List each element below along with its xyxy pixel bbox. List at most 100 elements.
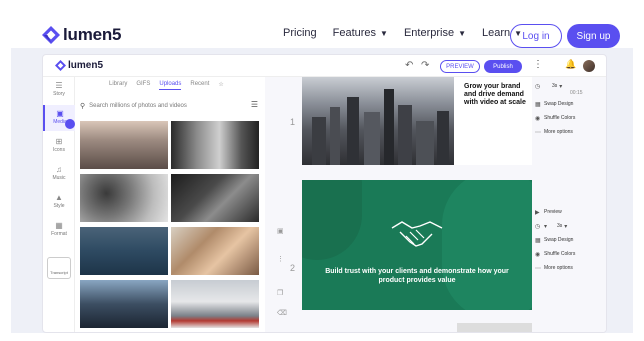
- city-skyline-image: [312, 89, 449, 165]
- media-thumbnail[interactable]: [80, 280, 168, 328]
- format-icon: ▦: [55, 221, 63, 230]
- login-button[interactable]: Log in: [510, 24, 562, 48]
- media-thumbnail[interactable]: [171, 174, 259, 222]
- swap-icon: ▦: [535, 101, 541, 108]
- clock-icon: ◷: [535, 223, 541, 230]
- image-icon[interactable]: ▣: [277, 227, 284, 235]
- tab-recent[interactable]: Recent: [190, 81, 209, 90]
- rail-story[interactable]: ☰ Story: [43, 81, 75, 97]
- tab-gifs[interactable]: GIFS: [136, 81, 150, 90]
- scene-card[interactable]: Grow your brand and drive demand with vi…: [302, 77, 532, 165]
- delete-icon[interactable]: ⌫: [277, 309, 287, 317]
- music-icon: ♫: [56, 165, 62, 174]
- nav-learn-label: Learn: [482, 27, 511, 39]
- filter-icon[interactable]: ☰: [251, 100, 258, 109]
- nav-pricing[interactable]: Pricing: [283, 27, 317, 39]
- chevron-down-icon: ▾: [564, 223, 568, 230]
- nav-features[interactable]: Features ▼: [333, 27, 388, 39]
- preview-option[interactable]: ▶ Preview: [535, 205, 605, 219]
- lumen5-logo-icon: [42, 26, 60, 44]
- palette-icon: ◉: [535, 251, 541, 258]
- shuffle-colors-label: Shuffle Colors: [544, 251, 576, 257]
- preview-option-label: Preview: [544, 209, 562, 215]
- scene-image: [302, 77, 454, 165]
- rail-icons[interactable]: ⊞ Icons: [43, 137, 75, 153]
- shuffle-colors-option[interactable]: ◉ Shuffle Colors: [535, 247, 605, 261]
- image-icon: ▣: [56, 109, 64, 118]
- preview-button[interactable]: PREVIEW: [440, 60, 480, 73]
- site-logo[interactable]: lumen5: [42, 25, 122, 45]
- nav-enterprise-label: Enterprise: [403, 27, 455, 39]
- transcript-button[interactable]: Transcript: [47, 257, 71, 279]
- duration-value: 3s: [552, 83, 558, 89]
- duration-row[interactable]: ◷ ▾ 3s ▾: [535, 219, 605, 233]
- app-brand-name: lumen5: [68, 60, 104, 71]
- site-brand-name: lumen5: [63, 25, 122, 44]
- media-tabs: Library GIFS Uploads Recent ☆: [109, 81, 233, 90]
- app-topbar: lumen5 ↶ ↷ PREVIEW Publish ⋮ 🔔: [43, 55, 606, 77]
- site-navbar: lumen5 Pricing Features ▼ Enterprise ▼ Lea…: [0, 0, 644, 50]
- nav-pricing-label: Pricing: [283, 27, 317, 39]
- media-search[interactable]: ⚲ Search millions of photos and videos ☰: [80, 98, 258, 113]
- timer-row: 00:15: [535, 89, 605, 97]
- scene-card[interactable]: [457, 323, 532, 332]
- rail-style[interactable]: ▲ Style: [43, 193, 75, 209]
- tab-uploads[interactable]: Uploads: [159, 81, 182, 90]
- more-options-label: More options: [544, 129, 573, 135]
- media-thumbnail[interactable]: [171, 280, 259, 328]
- paint-icon: ▲: [55, 193, 63, 202]
- duplicate-icon[interactable]: ❐: [277, 289, 283, 297]
- decorative-shape: [442, 180, 532, 310]
- transcript-label: Transcript: [50, 270, 68, 275]
- undo-icon[interactable]: ↶: [405, 60, 413, 71]
- bell-icon[interactable]: 🔔: [565, 59, 576, 70]
- media-thumbnail[interactable]: [80, 174, 168, 222]
- star-icon[interactable]: ☆: [218, 81, 223, 90]
- chevron-down-icon: ▾: [559, 83, 563, 90]
- rail-style-label: Style: [53, 203, 65, 209]
- scene-text[interactable]: Build trust with your clients and demons…: [322, 267, 512, 285]
- rail-icons-label: Icons: [53, 147, 65, 153]
- drag-handle-icon[interactable]: ⋮: [277, 255, 284, 263]
- avatar[interactable]: [583, 60, 595, 72]
- more-options[interactable]: ⋯ More options: [535, 261, 605, 275]
- redo-icon[interactable]: ↷: [421, 60, 429, 71]
- left-rail: ☰ Story ▣ Media ⊞ Icons ♫ Music ▲ Style …: [43, 77, 75, 332]
- media-thumbnail[interactable]: [80, 227, 168, 275]
- lumen5-logo-icon: [55, 60, 66, 71]
- publish-button[interactable]: Publish: [484, 60, 522, 73]
- duration-value: 3s: [557, 223, 563, 229]
- play-icon: ▶: [535, 209, 540, 216]
- swap-design-option[interactable]: ▦ Swap Design: [535, 233, 605, 247]
- chevron-down-icon: ▼: [380, 28, 388, 38]
- app-window: lumen5 ↶ ↷ PREVIEW Publish ⋮ 🔔 ☰ Story ▣…: [42, 54, 607, 333]
- media-panel: Library GIFS Uploads Recent ☆ ⚲ Search m…: [75, 77, 265, 332]
- tab-library[interactable]: Library: [109, 81, 127, 90]
- rail-music[interactable]: ♫ Music: [43, 165, 75, 181]
- nav-enterprise[interactable]: Enterprise ▼: [404, 27, 466, 39]
- decorative-shape: [302, 180, 362, 260]
- media-thumbnail[interactable]: [80, 121, 168, 169]
- chevron-down-icon: ▾: [544, 223, 548, 230]
- rail-format-label: Format: [51, 231, 67, 237]
- more-options-label: More options: [544, 265, 573, 271]
- signup-button[interactable]: Sign up: [567, 24, 620, 48]
- palette-icon: ◉: [535, 115, 541, 122]
- media-thumbnail[interactable]: [171, 227, 259, 275]
- more-icon: ⋯: [535, 265, 541, 272]
- rail-format[interactable]: ▦ Format: [43, 221, 75, 237]
- shuffle-colors-option[interactable]: ◉ Shuffle Colors: [535, 111, 605, 125]
- more-options[interactable]: ⋯ More options: [535, 125, 605, 139]
- storyboard-canvas: 1 Grow your brand and drive demand with …: [265, 77, 606, 332]
- timer-value: 00:15: [570, 90, 583, 96]
- shuffle-colors-label: Shuffle Colors: [544, 115, 576, 121]
- app-logo[interactable]: lumen5: [55, 60, 103, 71]
- swap-design-option[interactable]: ▦ Swap Design: [535, 97, 605, 111]
- chevron-down-icon: ▼: [458, 28, 467, 38]
- search-input[interactable]: Search millions of photos and videos: [89, 103, 187, 109]
- scene-text[interactable]: Grow your brand and drive demand with vi…: [464, 83, 528, 107]
- scene-card[interactable]: Build trust with your clients and demons…: [302, 180, 532, 310]
- media-thumbnail[interactable]: [171, 121, 259, 169]
- help-bubble[interactable]: [65, 119, 75, 129]
- more-vertical-icon[interactable]: ⋮: [533, 59, 543, 70]
